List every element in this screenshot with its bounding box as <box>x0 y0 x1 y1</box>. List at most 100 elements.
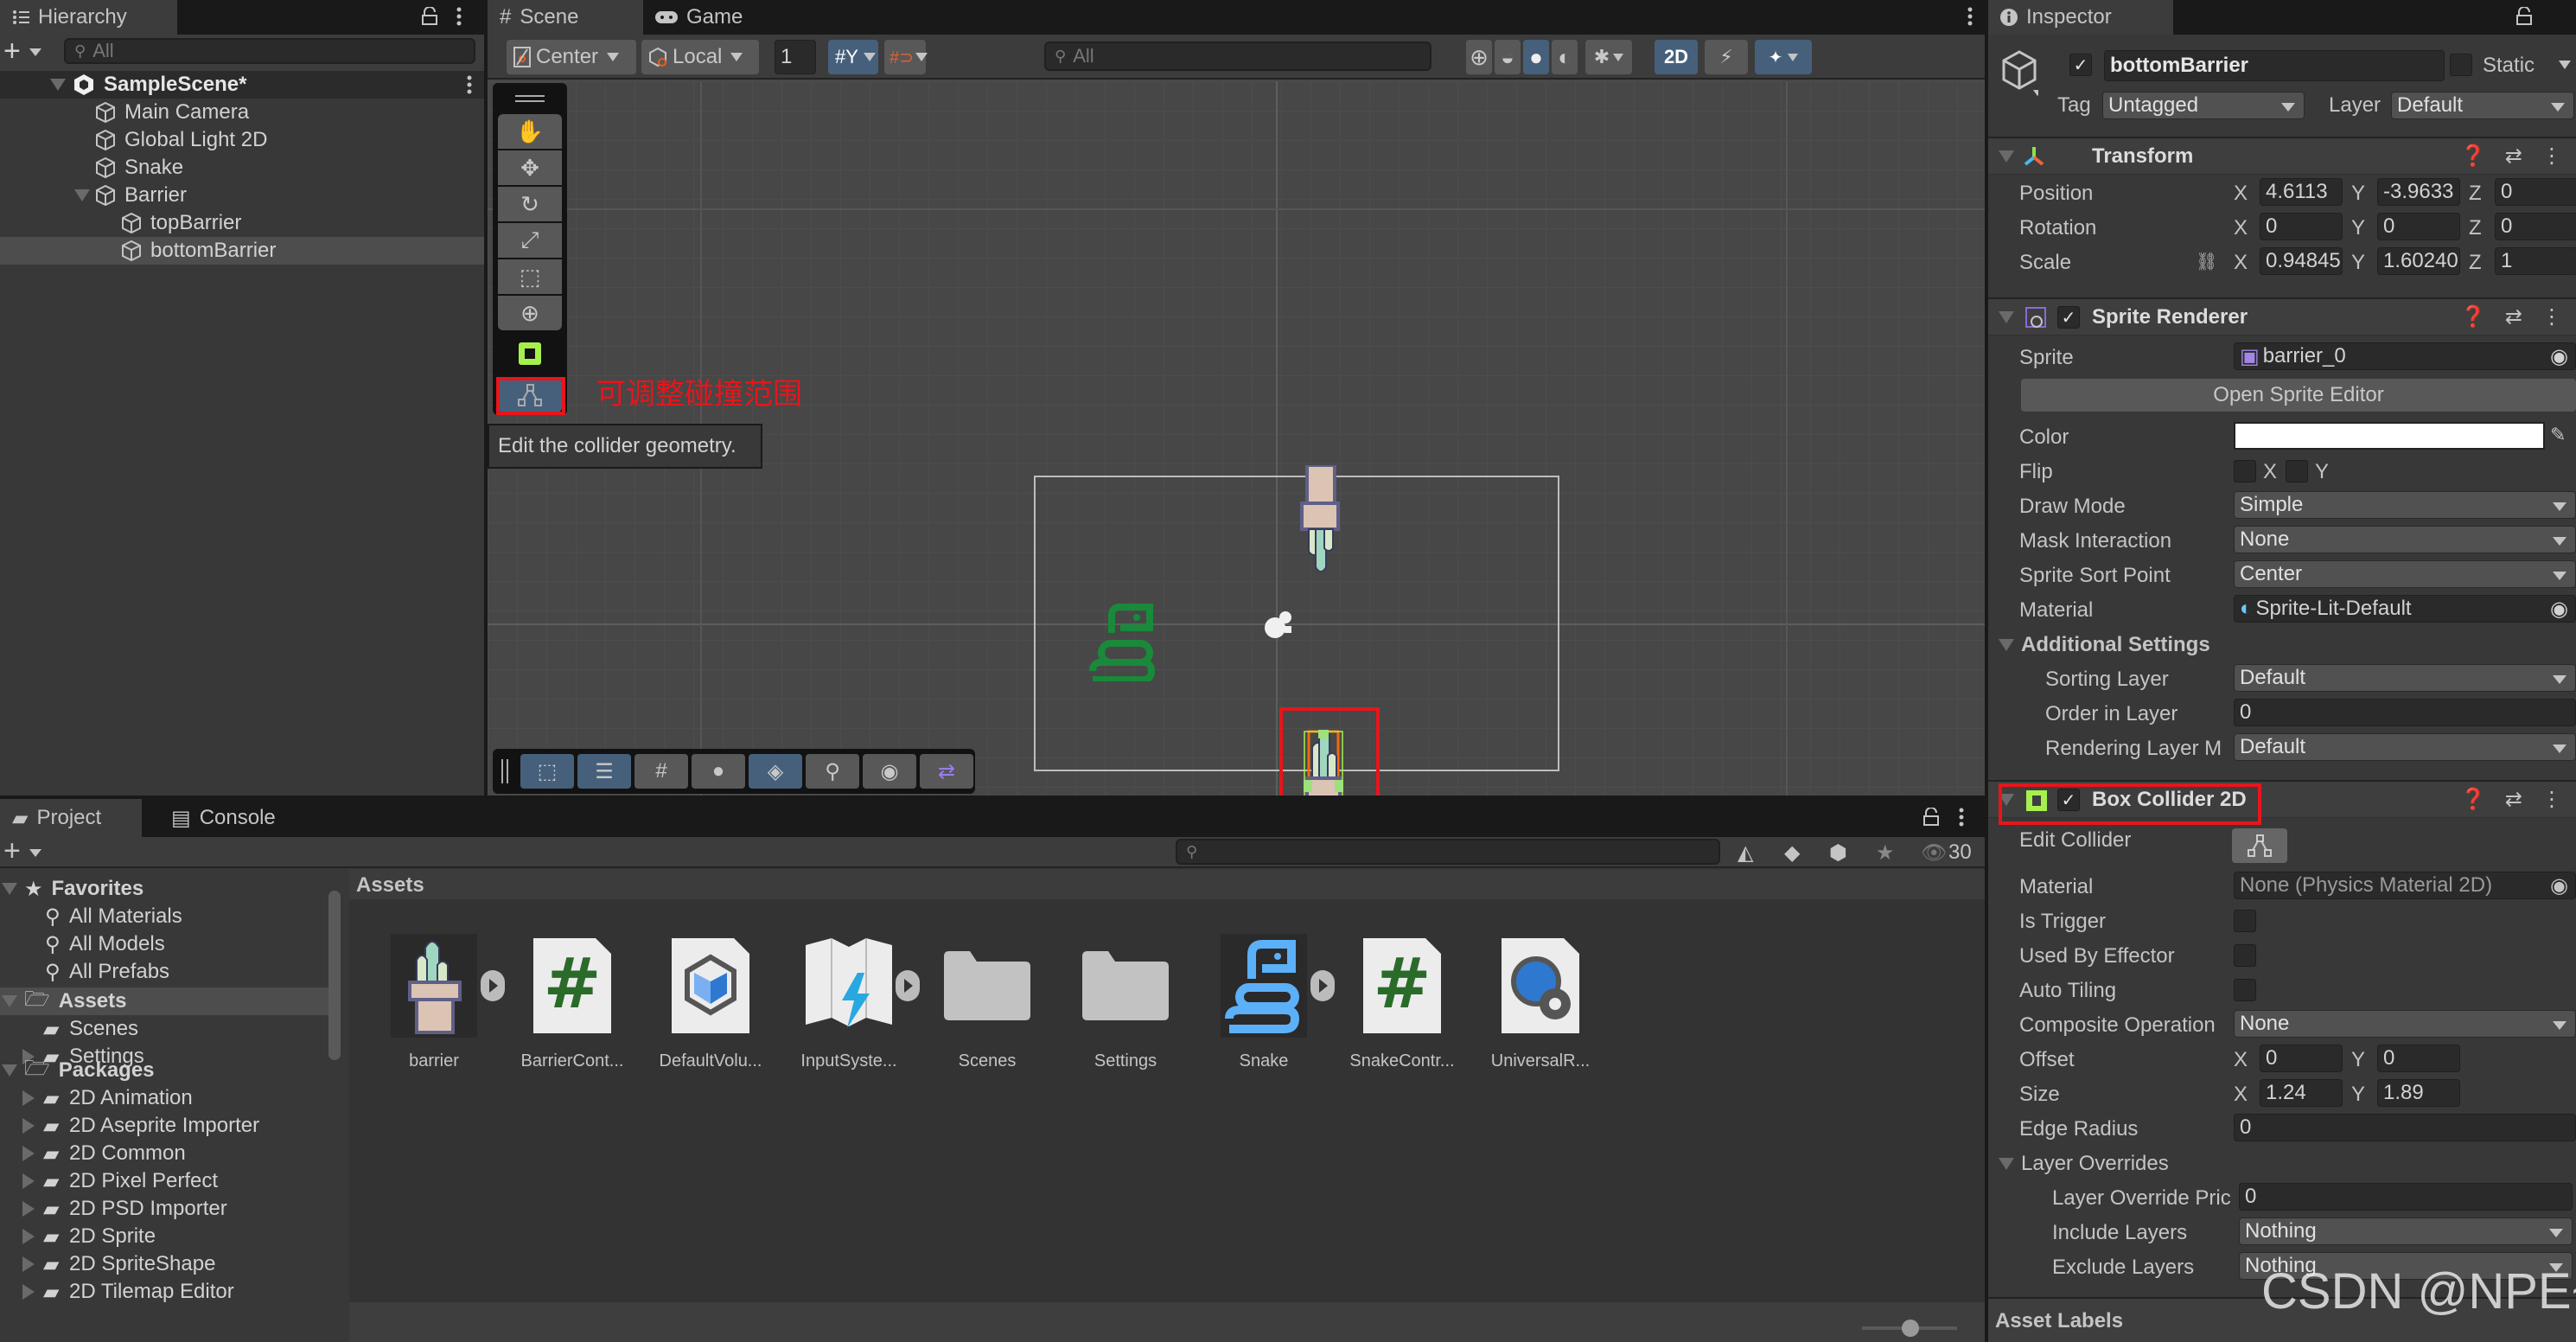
collapse-arrow-icon[interactable] <box>1999 310 2014 323</box>
package-item[interactable]: ▰ 2D Common <box>0 1140 328 1167</box>
box-collider-tool-icon[interactable] <box>519 342 541 365</box>
create-dropdown-icon[interactable] <box>29 849 41 857</box>
overlay-drag-handle[interactable] <box>501 759 508 783</box>
breadcrumb[interactable]: Assets <box>356 873 424 898</box>
object-name-input[interactable]: bottomBarrier <box>2104 50 2445 81</box>
favorites-row[interactable]: ★ Favorites <box>0 875 328 903</box>
assets-row[interactable]: 🗁 Assets <box>0 987 328 1015</box>
tab-console[interactable]: ▤ Console <box>159 799 306 837</box>
lock-icon[interactable] <box>1922 808 1940 827</box>
expand-arrow-icon[interactable] <box>22 1284 35 1300</box>
expand-arrow-icon[interactable] <box>22 1118 35 1134</box>
sphere-button[interactable]: ● <box>692 754 745 789</box>
shaded-button[interactable]: ● <box>1523 40 1549 74</box>
import-log-icon[interactable]: ⬢ <box>1829 840 1847 866</box>
pivot-dropdown[interactable]: Center <box>507 40 636 74</box>
used-by-effector-checkbox[interactable] <box>2234 944 2256 967</box>
favorite-item[interactable]: ⚲ All Prefabs <box>0 958 328 986</box>
layer-override-priority-input[interactable]: 0 <box>2239 1183 2573 1211</box>
tab-inspector[interactable]: Inspector <box>1988 0 2173 35</box>
overlay-drag-handle[interactable] <box>515 95 545 102</box>
is-trigger-checkbox[interactable] <box>2234 910 2256 932</box>
expand-arrow-icon[interactable] <box>2 1064 17 1077</box>
help-icon[interactable]: ❓ <box>2460 144 2486 169</box>
component-menu-icon[interactable]: ⋮ <box>2541 304 2562 329</box>
asset-item[interactable]: UniversalR... <box>1480 934 1601 1071</box>
expand-arrow-icon[interactable] <box>22 1256 35 1272</box>
package-item[interactable]: ▰ 2D Sprite <box>0 1223 328 1250</box>
color-swatch[interactable] <box>2234 422 2545 450</box>
presets-icon[interactable]: ⇄ <box>2505 144 2522 169</box>
open-sprite-editor-button[interactable]: Open Sprite Editor <box>2021 379 2576 412</box>
move-tool-button[interactable]: ✥ <box>498 150 562 185</box>
hierarchy-search-input[interactable]: ⚲ All <box>64 38 475 64</box>
scene-more-icon[interactable] <box>1967 7 1973 26</box>
size-x-input[interactable]: 1.24 <box>2260 1079 2343 1107</box>
presets-icon[interactable]: ⇄ <box>2505 304 2522 329</box>
transform-header[interactable]: Transform ❓ ⇄ ⋮ <box>1988 137 2576 175</box>
expand-arrow-icon[interactable] <box>22 1090 35 1106</box>
lock-icon[interactable] <box>2515 7 2533 26</box>
component-menu-icon[interactable]: ⋮ <box>2541 144 2562 169</box>
presets-icon[interactable]: ⇄ <box>2505 787 2522 812</box>
tab-hierarchy[interactable]: Hierarchy <box>0 0 177 35</box>
hierarchy-item[interactable]: bottomBarrier <box>0 237 484 265</box>
position-z-input[interactable]: 0 <box>2495 178 2576 206</box>
asset-folder-item[interactable]: ▰ Scenes <box>0 1015 328 1043</box>
include-layers-dropdown[interactable]: Nothing <box>2239 1217 2573 1245</box>
material-field[interactable]: ◐ Sprite-Lit-Default ◉ <box>2234 595 2576 623</box>
package-item[interactable]: ▰ 2D Tilemap Editor <box>0 1278 328 1306</box>
asset-item[interactable]: # BarrierCont... <box>512 934 633 1071</box>
asset-item[interactable]: DefaultVolu... <box>650 934 771 1071</box>
asset-item[interactable]: Snake <box>1203 934 1324 1071</box>
order-in-layer-input[interactable]: 0 <box>2234 699 2576 726</box>
grid-visibility-button[interactable]: #Y <box>828 40 878 74</box>
expand-arrow-icon[interactable] <box>74 189 90 201</box>
lighting-button[interactable]: ⚡ <box>1705 40 1748 74</box>
scene-search-input[interactable]: ⚲ All <box>1044 42 1431 71</box>
rotation-x-input[interactable]: 0 <box>2260 213 2343 240</box>
position-y-input[interactable]: -3.9633 <box>2377 178 2460 206</box>
hierarchy-item[interactable]: topBarrier <box>0 209 484 237</box>
object-picker-icon[interactable]: ◉ <box>2550 597 2568 622</box>
expand-subassets-icon[interactable] <box>1310 970 1335 1001</box>
project-search-input[interactable]: ⚲ <box>1176 839 1720 865</box>
component-menu-icon[interactable]: ⋮ <box>2541 787 2562 812</box>
auto-tiling-checkbox[interactable] <box>2234 979 2256 1001</box>
space-dropdown[interactable]: Local <box>641 40 759 74</box>
rotation-z-input[interactable]: 0 <box>2495 213 2576 240</box>
expand-arrow-icon[interactable] <box>22 1173 35 1189</box>
scale-x-input[interactable]: 0.94845 <box>2260 247 2343 275</box>
offset-x-input[interactable]: 0 <box>2260 1045 2343 1072</box>
sprite-renderer-enabled-checkbox[interactable]: ✓ <box>2057 306 2080 329</box>
edit-collider-button[interactable] <box>2232 828 2287 863</box>
asset-item[interactable]: # SnakeContr... <box>1342 934 1463 1071</box>
offset-y-input[interactable]: 0 <box>2377 1045 2460 1072</box>
asset-item[interactable]: InputSyste... <box>788 934 909 1071</box>
active-checkbox[interactable]: ✓ <box>2069 54 2092 76</box>
snake-sprite[interactable] <box>1089 602 1155 681</box>
static-checkbox[interactable] <box>2450 54 2472 76</box>
camera-view-button[interactable]: ◉ <box>863 754 916 789</box>
size-y-input[interactable]: 1.89 <box>2377 1079 2460 1107</box>
asset-item[interactable]: Scenes <box>927 934 1048 1071</box>
adjust-button[interactable]: ☰ <box>577 754 631 789</box>
expand-subassets-icon[interactable] <box>896 970 920 1001</box>
transform-tool-button[interactable]: ⊕ <box>498 296 562 330</box>
asset-item[interactable]: Settings <box>1065 934 1186 1071</box>
search-button[interactable]: ⚲ <box>806 754 859 789</box>
expand-arrow-icon[interactable] <box>2 995 17 1007</box>
tab-game[interactable]: Game <box>643 0 764 35</box>
object-picker-icon[interactable]: ◉ <box>2550 344 2568 369</box>
package-item[interactable]: ▰ 2D Animation <box>0 1084 328 1112</box>
favorite-item[interactable]: ⚲ All Models <box>0 930 328 958</box>
hierarchy-item[interactable]: Barrier <box>0 182 484 209</box>
shuffle-button[interactable]: ⇄ <box>920 754 973 789</box>
zoom-slider-thumb[interactable] <box>1902 1320 1919 1337</box>
package-item[interactable]: ▰ 2D Aseprite Importer <box>0 1112 328 1140</box>
object-picker-icon[interactable]: ◉ <box>2550 873 2568 898</box>
hidden-packages-icon[interactable]: 👁 <box>1921 840 1947 866</box>
rotate-tool-button[interactable]: ↻ <box>498 187 562 221</box>
expand-subassets-icon[interactable] <box>481 970 505 1001</box>
expand-arrow-icon[interactable] <box>22 1146 35 1161</box>
